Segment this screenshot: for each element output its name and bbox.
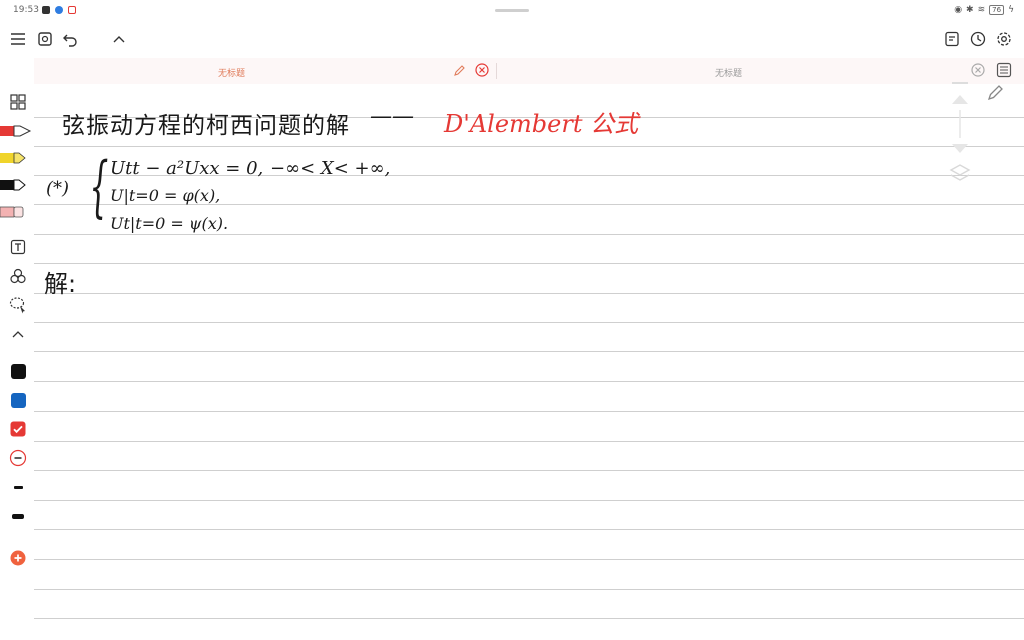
color-blue[interactable] bbox=[8, 391, 28, 409]
add-tool-button[interactable] bbox=[8, 549, 28, 567]
status-time: 19:53 bbox=[13, 5, 39, 15]
note-canvas[interactable]: 弦振动方程的柯西问题的解 —— D'Alembert 公式 (*) { Utt … bbox=[34, 86, 1024, 640]
tab-title: 无标题 bbox=[715, 69, 743, 79]
bluetooth-icon: ✱ bbox=[966, 5, 974, 15]
grid-tool-icon bbox=[10, 94, 26, 110]
note-title: 弦振动方程的柯西问题的解 bbox=[62, 113, 350, 139]
ruled-line bbox=[34, 322, 1024, 323]
red-pen-icon bbox=[0, 125, 32, 137]
blue-swatch bbox=[10, 392, 26, 408]
status-bar: 19:53 ◉ ✱ ≋ 76 ϟ bbox=[0, 0, 1024, 22]
app-icon bbox=[55, 6, 63, 14]
ruled-line bbox=[34, 146, 1024, 147]
gear-icon bbox=[997, 32, 1011, 46]
black-pen-tool[interactable] bbox=[0, 176, 26, 194]
check-icon bbox=[10, 421, 26, 437]
edit-title-icon[interactable] bbox=[453, 64, 466, 77]
ruled-line bbox=[34, 263, 1024, 264]
red-pen-tool[interactable] bbox=[0, 122, 32, 140]
highlighter-icon bbox=[0, 152, 26, 164]
solution-label: 解: bbox=[44, 270, 77, 298]
camera-icon bbox=[42, 6, 50, 14]
menu-icon bbox=[11, 33, 25, 45]
export-button[interactable] bbox=[35, 29, 55, 49]
title-dash: —— bbox=[370, 104, 414, 129]
export-icon bbox=[38, 32, 52, 46]
window-grabber[interactable] bbox=[495, 9, 529, 12]
scroll-arrows-icon bbox=[949, 82, 971, 181]
stroke-size-thick[interactable] bbox=[8, 507, 28, 525]
eraser-tool[interactable] bbox=[0, 203, 26, 221]
tab-bar: 无标题 无标题 bbox=[34, 58, 1024, 84]
close-tab-icon[interactable] bbox=[475, 63, 489, 77]
eye-icon: ◉ bbox=[954, 5, 963, 15]
stroke-size-decrease[interactable] bbox=[8, 449, 28, 467]
chevron-up-icon bbox=[113, 36, 125, 43]
minus-icon bbox=[9, 449, 27, 467]
ruled-line bbox=[34, 441, 1024, 442]
ruled-line bbox=[34, 234, 1024, 235]
chevron-up-icon bbox=[12, 331, 24, 338]
ruled-line bbox=[34, 618, 1024, 619]
layout-tool[interactable] bbox=[8, 93, 28, 111]
close-tab-icon[interactable] bbox=[971, 63, 985, 77]
ruled-line bbox=[34, 529, 1024, 530]
thick-stroke-icon bbox=[12, 513, 24, 519]
shapes-icon bbox=[10, 268, 26, 284]
black-swatch bbox=[10, 363, 26, 379]
equation-initial-velocity: Ut|t=0 = ψ(x). bbox=[110, 214, 229, 233]
settings-button[interactable] bbox=[994, 29, 1014, 49]
eraser-icon bbox=[0, 206, 24, 218]
tab-inactive[interactable]: 无标题 bbox=[497, 58, 1024, 84]
ruled-line bbox=[34, 293, 1024, 294]
menu-button[interactable] bbox=[8, 29, 28, 49]
collapse-rail-button[interactable] bbox=[8, 325, 28, 343]
system-brace: { bbox=[89, 148, 109, 225]
history-button[interactable] bbox=[968, 29, 988, 49]
undo-icon bbox=[63, 34, 77, 47]
ruled-line bbox=[34, 411, 1024, 412]
battery-icon: 76 bbox=[989, 5, 1005, 15]
undo-button[interactable] bbox=[60, 29, 80, 49]
ruled-line bbox=[34, 381, 1024, 382]
plus-icon bbox=[10, 550, 26, 566]
shapes-tool[interactable] bbox=[8, 267, 28, 285]
stroke-size-thin[interactable] bbox=[8, 478, 28, 496]
ruled-line bbox=[34, 470, 1024, 471]
tab-active[interactable]: 无标题 bbox=[34, 58, 496, 84]
tab-title: 无标题 bbox=[218, 69, 246, 79]
thin-stroke-icon bbox=[13, 485, 23, 489]
wifi-icon: ≋ bbox=[977, 5, 986, 15]
notes-app-icon bbox=[68, 6, 76, 14]
collapse-toolbar-button[interactable] bbox=[109, 29, 129, 49]
page-scroll-widget[interactable] bbox=[948, 80, 972, 190]
ruled-line bbox=[34, 589, 1024, 590]
title-formula: D'Alembert 公式 bbox=[444, 110, 639, 138]
ruled-line bbox=[34, 559, 1024, 560]
equation-domain: −∞< X< +∞, bbox=[270, 158, 391, 179]
text-icon bbox=[10, 239, 26, 255]
ruled-line bbox=[34, 351, 1024, 352]
system-label: (*) bbox=[46, 178, 70, 199]
color-red-selected[interactable] bbox=[8, 420, 28, 438]
lasso-select-icon bbox=[9, 297, 25, 314]
notes-icon bbox=[945, 31, 959, 47]
charging-icon: ϟ bbox=[1008, 5, 1014, 15]
equation-pde: Utt − a²Uxx = 0, bbox=[110, 158, 264, 179]
ruled-line bbox=[34, 500, 1024, 501]
status-icons: ◉ ✱ ≋ 76 ϟ bbox=[954, 5, 1014, 15]
lasso-tool[interactable] bbox=[8, 296, 28, 314]
list-icon bbox=[996, 62, 1012, 78]
text-tool[interactable] bbox=[8, 238, 28, 256]
notes-list-button[interactable] bbox=[942, 29, 962, 49]
pen-mode-button[interactable] bbox=[986, 82, 1008, 104]
equation-initial-value: U|t=0 = φ(x), bbox=[110, 186, 221, 205]
page-list-button[interactable] bbox=[996, 62, 1014, 80]
tool-rail bbox=[0, 86, 34, 640]
color-black[interactable] bbox=[8, 362, 28, 380]
clock-icon bbox=[970, 31, 986, 47]
highlighter-tool[interactable] bbox=[0, 149, 26, 167]
black-pen-icon bbox=[0, 179, 26, 191]
pencil-icon bbox=[987, 85, 1003, 101]
